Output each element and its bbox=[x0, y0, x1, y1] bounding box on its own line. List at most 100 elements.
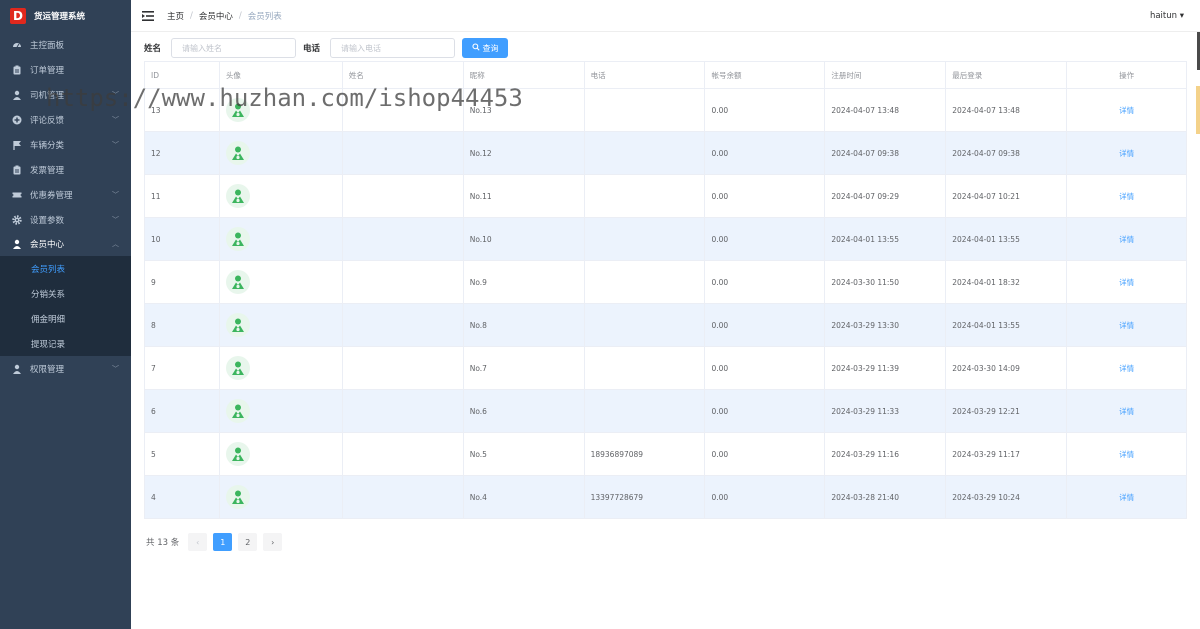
column-header[interactable]: 操作 bbox=[1067, 62, 1188, 89]
phone-cell bbox=[584, 261, 706, 304]
sidebar-item-label: 优惠券管理 bbox=[30, 190, 73, 201]
filter-bar: 姓名 电话 查询 bbox=[144, 38, 509, 58]
registered-cell: 2024-04-01 13:55 bbox=[825, 218, 947, 261]
breadcrumb-separator: / bbox=[190, 10, 193, 21]
avatar-cell bbox=[219, 390, 343, 433]
sidebar-item[interactable]: 会员中心 ︿ bbox=[0, 231, 131, 256]
sidebar-subitem[interactable]: 会员列表 bbox=[0, 256, 131, 281]
avatar-cell bbox=[219, 304, 343, 347]
brand-title: 货运管理系统 bbox=[34, 12, 86, 22]
top-header: 主页 / 会员中心 / 会员列表 haitun ▾ bbox=[131, 0, 1200, 32]
floating-side-tab[interactable] bbox=[1196, 86, 1200, 134]
avatar-cell bbox=[219, 175, 343, 218]
breadcrumb-current: 会员列表 bbox=[247, 11, 282, 22]
detail-link[interactable]: 详情 bbox=[1119, 320, 1134, 331]
phone-cell bbox=[584, 132, 706, 175]
table-row[interactable]: 4 No.4 13397728679 0.00 2024-03-28 21:40 2024… bbox=[145, 476, 1188, 519]
column-header[interactable]: 电话 bbox=[584, 62, 706, 89]
sidebar-item[interactable]: 主控面板 bbox=[0, 32, 131, 57]
sidebar-subitem[interactable]: 分销关系 bbox=[0, 281, 131, 306]
balance-cell: 0.00 bbox=[705, 390, 826, 433]
phone-input[interactable] bbox=[330, 38, 456, 58]
balance-cell: 0.00 bbox=[705, 476, 826, 519]
column-header[interactable]: 最后登录 bbox=[946, 62, 1068, 89]
sidebar-subitem[interactable]: 佣金明细 bbox=[0, 306, 131, 331]
breadcrumb-home[interactable]: 主页 bbox=[167, 10, 184, 22]
hamburger-icon[interactable] bbox=[142, 10, 154, 21]
flag-icon bbox=[12, 140, 22, 150]
breadcrumb-member-center[interactable]: 会员中心 bbox=[199, 10, 233, 22]
sidebar-item-label: 订单管理 bbox=[30, 65, 65, 76]
dashboard-icon bbox=[12, 40, 22, 50]
id-cell: 12 bbox=[145, 132, 220, 175]
phone-cell bbox=[584, 347, 706, 390]
action-cell: 详情 bbox=[1067, 347, 1188, 390]
user-menu[interactable]: haitun ▾ bbox=[1150, 11, 1184, 21]
app-root: D 货运管理系统 主控面板 订单管理 司机管理 ﹀ 评论反馈 ﹀ 车辆分类 ﹀ 发票管理 优惠券管… bbox=[0, 0, 1200, 629]
member-table: ID 头像 姓名 昵称 电话 帐号余额 注册时间 最后登录 操作 13 No.13… bbox=[144, 61, 1188, 519]
table-row[interactable]: 6 No.6 0.00 2024-03-29 11:33 2024-03-29 12:2… bbox=[145, 390, 1188, 433]
table-row[interactable]: 7 No.7 0.00 2024-03-29 11:39 2024-03-30 14:0… bbox=[145, 347, 1188, 390]
phone-label: 电话 bbox=[303, 44, 321, 54]
sidebar-item[interactable]: 车辆分类 ﹀ bbox=[0, 132, 131, 157]
table-row[interactable]: 5 No.5 18936897089 0.00 2024-03-29 11:16 2024… bbox=[145, 433, 1188, 476]
last-login-cell: 2024-03-29 12:21 bbox=[946, 390, 1068, 433]
registered-cell: 2024-03-29 13:30 bbox=[825, 304, 947, 347]
last-login-cell: 2024-03-30 14:09 bbox=[946, 347, 1068, 390]
balance-cell: 0.00 bbox=[705, 132, 826, 175]
registered-cell: 2024-03-28 21:40 bbox=[825, 476, 947, 519]
column-header[interactable]: 帐号余额 bbox=[705, 62, 826, 89]
id-cell: 8 bbox=[145, 304, 220, 347]
action-cell: 详情 bbox=[1067, 390, 1188, 433]
user-icon bbox=[12, 90, 22, 100]
page-button-2[interactable]: 2 bbox=[238, 533, 258, 551]
table-row[interactable]: 12 No.12 0.00 2024-04-07 09:38 2024-04-07 09… bbox=[145, 132, 1188, 175]
chevron-down-icon: ﹀ bbox=[112, 140, 119, 149]
sidebar-item-label: 设置参数 bbox=[30, 215, 65, 226]
avatar-cell bbox=[219, 132, 343, 175]
sidebar-subitem[interactable]: 提现记录 bbox=[0, 331, 131, 356]
last-login-cell: 2024-04-01 13:55 bbox=[946, 304, 1068, 347]
detail-link[interactable]: 详情 bbox=[1119, 148, 1134, 159]
search-button[interactable]: 查询 bbox=[462, 38, 509, 58]
id-cell: 5 bbox=[145, 433, 220, 476]
watermark: https://www.huzhan.com/ishop44453 bbox=[46, 84, 523, 112]
breadcrumb-separator: / bbox=[238, 10, 242, 21]
table-row[interactable]: 11 No.11 0.00 2024-04-07 09:29 2024-04-07 10… bbox=[145, 175, 1188, 218]
table-row[interactable]: 8 No.8 0.00 2024-03-29 13:30 2024-04-01 13:5… bbox=[145, 304, 1188, 347]
page-button-1[interactable]: 1 bbox=[213, 533, 233, 551]
name-input[interactable] bbox=[171, 38, 297, 58]
sidebar-item-label: 发票管理 bbox=[30, 165, 65, 176]
last-login-cell: 2024-04-07 10:21 bbox=[946, 175, 1068, 218]
detail-link[interactable]: 详情 bbox=[1119, 105, 1134, 116]
phone-cell bbox=[584, 390, 706, 433]
sidebar-item-label: 会员中心 bbox=[30, 239, 65, 250]
nickname-cell: No.5 bbox=[463, 433, 585, 476]
avatar-icon bbox=[225, 399, 250, 423]
table-row[interactable]: 9 No.9 0.00 2024-03-30 11:50 2024-04-01 18:3… bbox=[145, 261, 1188, 304]
detail-link[interactable]: 详情 bbox=[1119, 234, 1134, 245]
sidebar-item[interactable]: 发票管理 bbox=[0, 157, 131, 182]
detail-link[interactable]: 详情 bbox=[1119, 492, 1134, 503]
chevron-down-icon: ﹀ bbox=[112, 215, 119, 224]
next-page-button[interactable]: › bbox=[263, 533, 283, 551]
detail-link[interactable]: 详情 bbox=[1119, 363, 1134, 374]
sidebar-item[interactable]: 设置参数 ﹀ bbox=[0, 207, 131, 232]
table-row[interactable]: 10 No.10 0.00 2024-04-01 13:55 2024-04-01 13… bbox=[145, 218, 1188, 261]
detail-link[interactable]: 详情 bbox=[1119, 406, 1134, 417]
column-header[interactable]: 注册时间 bbox=[825, 62, 947, 89]
nickname-cell: No.10 bbox=[463, 218, 585, 261]
sidebar-item[interactable]: 优惠券管理 ﹀ bbox=[0, 182, 131, 207]
chevron-down-icon: ﹀ bbox=[112, 115, 119, 124]
last-login-cell: 2024-04-07 09:38 bbox=[946, 132, 1068, 175]
detail-link[interactable]: 详情 bbox=[1119, 449, 1134, 460]
sidebar-item[interactable]: 权限管理 ﹀ bbox=[0, 356, 131, 381]
brand[interactable]: D 货运管理系统 bbox=[0, 0, 131, 32]
detail-link[interactable]: 详情 bbox=[1119, 277, 1134, 288]
action-cell: 详情 bbox=[1067, 261, 1188, 304]
prev-page-button[interactable]: ‹ bbox=[188, 533, 208, 551]
detail-link[interactable]: 详情 bbox=[1119, 191, 1134, 202]
name-cell bbox=[342, 433, 464, 476]
sidebar-item[interactable]: 订单管理 bbox=[0, 57, 131, 82]
action-cell: 详情 bbox=[1067, 175, 1188, 218]
